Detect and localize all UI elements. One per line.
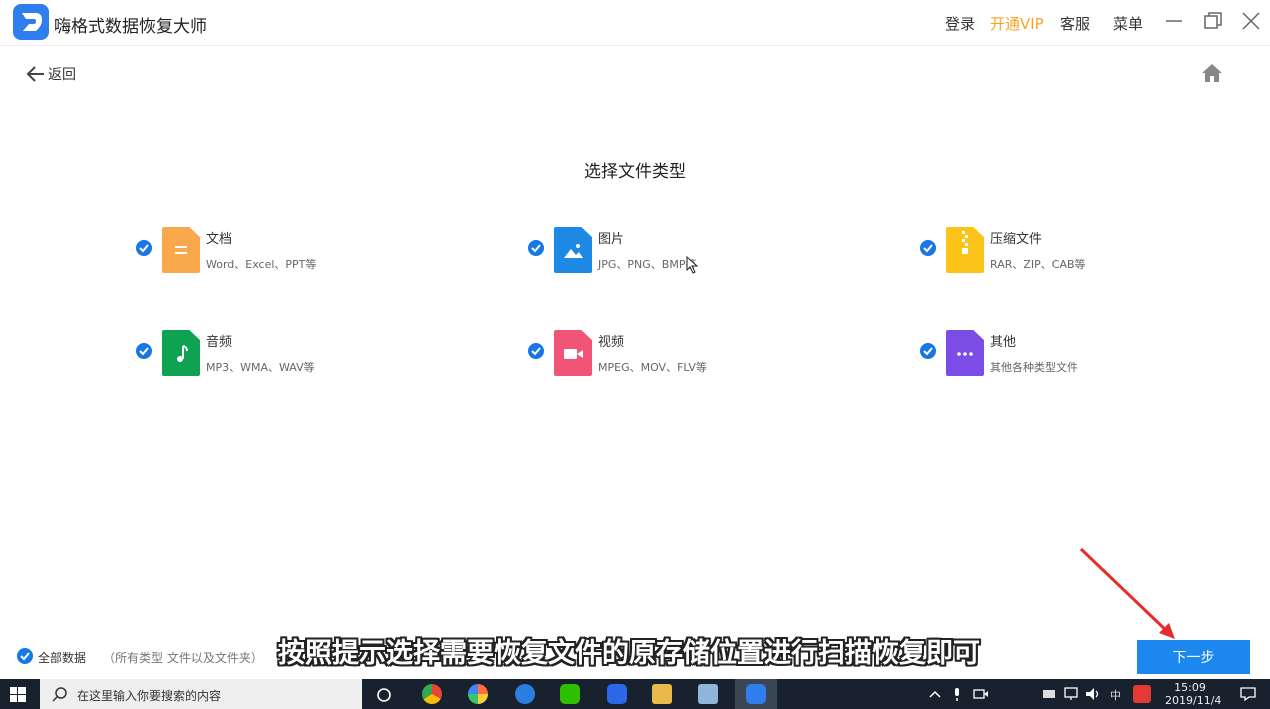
vip-link[interactable]: 开通VIP [990, 13, 1044, 34]
mouse-cursor-icon [686, 256, 699, 274]
file-type-name: 文档 [206, 232, 233, 247]
title-bar: 嗨格式数据恢复大师 登录 开通VIP 客服 菜单 [0, 0, 1270, 46]
document-icon [162, 227, 200, 273]
windows-start-icon[interactable] [10, 687, 26, 706]
file-type-desc: Word、Excel、PPT等 [206, 258, 317, 271]
clock-date: 2019/11/4 [1165, 694, 1222, 707]
file-type-name: 音频 [206, 335, 233, 350]
app-logo-icon [13, 4, 49, 40]
file-type-images[interactable]: 图片 JPG、PNG、BMP等 [528, 227, 788, 275]
taskbar-active-app[interactable] [735, 679, 777, 709]
clock-time: 15:09 [1174, 681, 1206, 694]
login-link[interactable]: 登录 [945, 13, 975, 34]
app-title: 嗨格式数据恢复大师 [54, 17, 207, 37]
music-icon [162, 330, 200, 376]
back-button[interactable]: 返回 [26, 64, 76, 84]
camera-icon[interactable] [973, 688, 989, 700]
file-type-desc: MPEG、MOV、FLV等 [598, 361, 707, 374]
notepad-icon[interactable] [698, 684, 718, 704]
file-type-documents[interactable]: 文档 Word、Excel、PPT等 [136, 227, 396, 275]
file-type-video[interactable]: 视频 MPEG、MOV、FLV等 [528, 330, 788, 378]
notification-icon[interactable] [1240, 687, 1256, 701]
arrow-left-icon [26, 66, 44, 82]
check-icon[interactable] [920, 240, 936, 256]
file-type-desc: 其他各种类型文件 [990, 361, 1078, 374]
video-subtitle: 按照提示选择需要恢复文件的原存储位置进行扫描恢复即可 [278, 638, 980, 669]
network-icon[interactable] [1063, 687, 1079, 701]
check-icon[interactable] [17, 648, 33, 664]
file-type-name: 图片 [598, 232, 625, 247]
back-label: 返回 [48, 67, 76, 83]
check-icon[interactable] [528, 240, 544, 256]
close-icon[interactable] [1240, 10, 1262, 32]
file-type-desc: JPG、PNG、BMP等 [598, 258, 697, 271]
minimize-icon[interactable] [1163, 10, 1185, 32]
chevron-up-icon[interactable] [929, 689, 941, 699]
file-type-other[interactable]: 其他 其他各种类型文件 [920, 330, 1180, 378]
file-type-name: 视频 [598, 335, 625, 350]
file-type-name: 压缩文件 [990, 232, 1043, 247]
search-icon [52, 687, 67, 702]
section-title: 选择文件类型 [584, 162, 686, 182]
wps-icon[interactable] [607, 684, 627, 704]
image-icon [554, 227, 592, 273]
task-view-icon[interactable] [376, 687, 392, 703]
video-icon [554, 330, 592, 376]
search-placeholder: 在这里输入你要搜索的内容 [77, 689, 222, 703]
check-icon[interactable] [920, 343, 936, 359]
restore-icon[interactable] [1202, 10, 1224, 32]
volume-icon[interactable] [1085, 687, 1101, 701]
data-recovery-app-icon [746, 684, 766, 704]
file-type-audio[interactable]: 音频 MP3、WMA、WAV等 [136, 330, 396, 378]
chrome-icon[interactable] [422, 684, 442, 704]
service-link[interactable]: 客服 [1060, 13, 1090, 34]
archive-icon [946, 227, 984, 273]
edge-icon[interactable] [515, 684, 535, 704]
sogou-input-icon[interactable] [1133, 685, 1151, 703]
check-icon[interactable] [528, 343, 544, 359]
menu-link[interactable]: 菜单 [1113, 13, 1143, 34]
file-type-name: 其他 [990, 335, 1017, 350]
ime-indicator[interactable]: 中 [1110, 687, 1121, 703]
all-data-sub: （所有类型 文件以及文件夹） [103, 651, 263, 665]
more-icon [946, 330, 984, 376]
wechat-icon[interactable] [560, 684, 580, 704]
taskbar: 在这里输入你要搜索的内容 中 15:09 2019/11/4 [0, 679, 1270, 709]
check-icon[interactable] [136, 343, 152, 359]
microphone-icon[interactable] [952, 687, 962, 702]
file-explorer-icon[interactable] [652, 684, 672, 704]
file-type-archives[interactable]: 压缩文件 RAR、ZIP、CAB等 [920, 227, 1180, 275]
taskbar-clock[interactable]: 15:09 2019/11/4 [1165, 681, 1222, 707]
red-arrow-annotation [1079, 547, 1175, 639]
all-data-label: 全部数据 [38, 651, 87, 665]
check-icon[interactable] [136, 240, 152, 256]
battery-icon[interactable] [1042, 688, 1058, 700]
browser-app-icon[interactable] [468, 684, 488, 704]
home-icon[interactable] [1201, 63, 1223, 87]
file-type-desc: MP3、WMA、WAV等 [206, 361, 315, 374]
next-button[interactable]: 下一步 [1137, 640, 1250, 674]
file-type-desc: RAR、ZIP、CAB等 [990, 258, 1086, 271]
taskbar-search[interactable]: 在这里输入你要搜索的内容 [40, 679, 362, 709]
